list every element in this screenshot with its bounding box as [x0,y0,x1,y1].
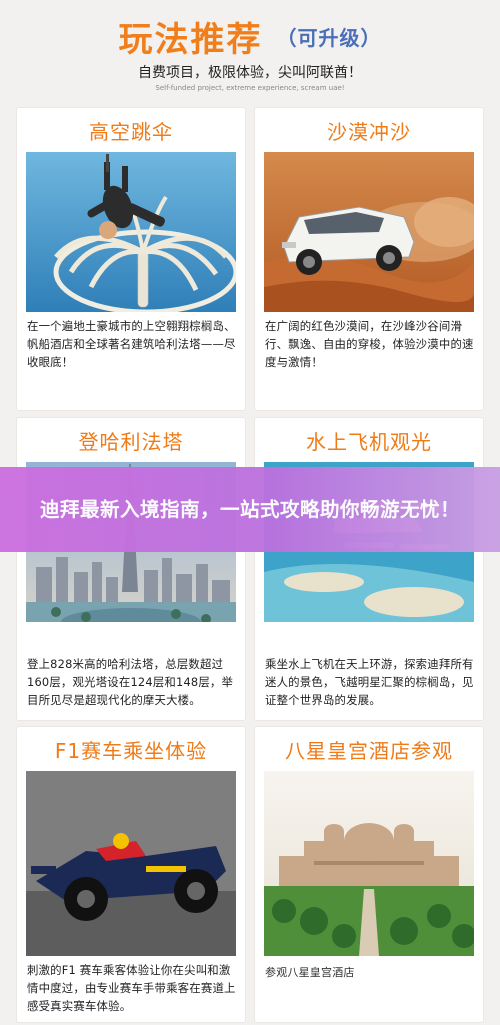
card-description: 参观八星皇宫酒店 [265,966,355,979]
upgradable-tag: （可升级） [276,25,382,50]
card-title: 登哈利法塔 [78,430,184,454]
activity-card-seaplane[interactable]: 水上飞机观光 乘坐水上飞机在天上环游，探索迪拜所有迷人的景色，飞越明星汇聚的棕榈… [255,418,483,720]
card-title: 八星皇宫酒店参观 [285,739,453,763]
card-title: F1赛车乘坐体验 [54,739,208,763]
card-title: 沙漠冲沙 [327,120,411,144]
card-description: 刺激的F1 赛车乘客体验让你在尖叫和激情中度过，由专业赛车手带乘客在赛道上感受真… [27,963,236,1013]
page-subtitle: 自费项目，极限体验，尖叫阿联酋！ [138,65,362,81]
card-description: 登上828米高的哈利法塔，总层数超过160层，观光塔设在124层和148层，举目… [27,657,234,707]
card-description: 在广阔的红色沙漠间，在沙峰沙谷间滑行、飘逸、自由的穿梭，体验沙漠中的速度与激情！ [265,319,474,369]
card-title: 高空跳伞 [89,120,173,144]
f1-car-photo [26,771,236,956]
title-row: 玩法推荐 （可升级） [0,12,500,60]
card-description: 乘坐水上飞机在天上环游，探索迪拜所有迷人的景色，飞越明星汇聚的棕榈岛，见证整个世… [265,657,474,707]
page-header: 玩法推荐 （可升级） 自费项目，极限体验，尖叫阿联酋！ Self-funded … [0,0,500,105]
activity-card-skydiving[interactable]: 高空跳伞 在一个遍地土豪城市的上空翱翔棕榈岛、帆船酒店和全球著名建筑哈利法塔——… [17,108,245,410]
emirates-palace-photo [264,771,474,956]
activity-card-desert-safari[interactable]: 沙漠冲沙 在广阔的红色沙漠间，在沙峰沙谷间滑行、飘逸、自由的穿梭，体验沙漠中的速… [255,108,483,410]
activity-card-emirates-palace[interactable]: 八星皇宫酒店参观 参观八星皇宫酒店 [255,727,483,1022]
page-title: 玩法推荐 [118,19,263,60]
promo-banner[interactable]: 迪拜最新入境指南，一站式攻略助你畅游无忧！ [0,467,500,552]
banner-headline: 迪拜最新入境指南，一站式攻略助你畅游无忧！ [39,497,460,521]
card-title: 水上飞机观光 [306,430,432,454]
activity-card-burj-khalifa[interactable]: 登哈利法塔 登上828米高的哈利法塔，总层数超过160层，观光塔设在124层和1… [17,418,245,720]
page-subtitle-english: Self-funded project, extreme experience,… [155,84,345,92]
skydiving-photo [26,152,236,312]
card-description: 在一个遍地土豪城市的上空翱翔棕榈岛、帆船酒店和全球著名建筑哈利法塔——尽收眼底！ [27,319,236,369]
desert-suv-photo [264,152,474,312]
activity-card-f1-ride[interactable]: F1赛车乘坐体验 刺激的F1 赛车乘客体验让你在尖叫和激情中度过，由专业赛车手带… [17,727,245,1022]
